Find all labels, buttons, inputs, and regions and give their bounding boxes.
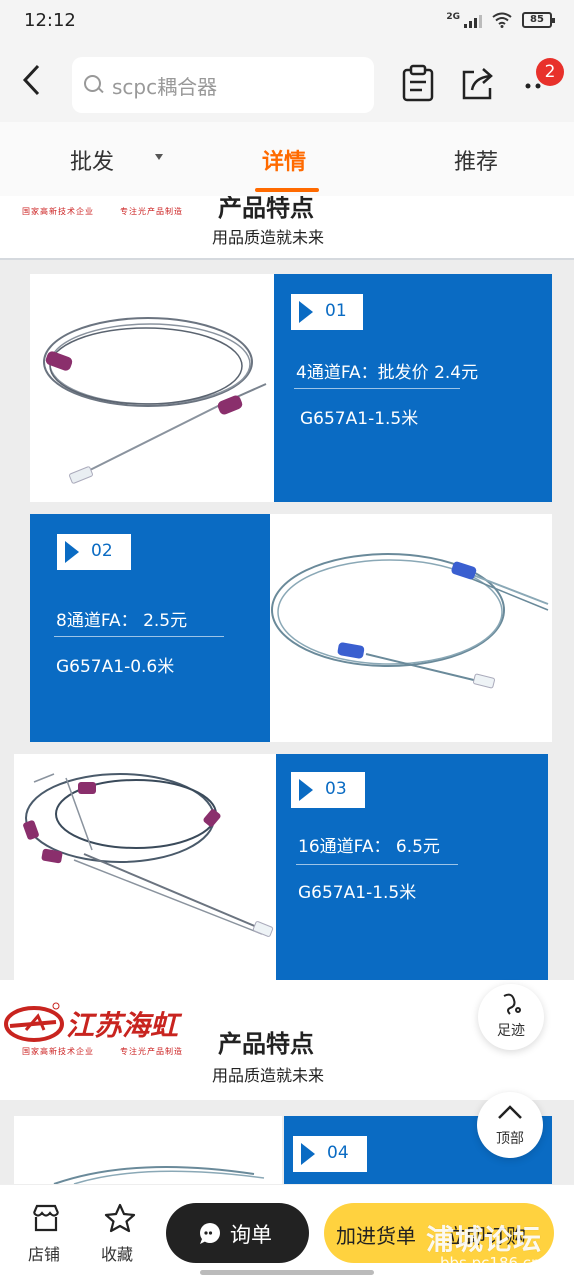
footprint-button[interactable]: 足迹 [478,984,544,1050]
footprint-icon [503,993,521,1015]
product-number-tag: 04 [293,1136,367,1172]
brand-logo-mark [4,1002,64,1042]
product-info-panel: 03 16通道FA： 6.5元 G657A1-1.5米 [276,754,548,980]
brand-logo-text: 江苏海虹 [66,1009,179,1042]
banner-title: 产品特点 [218,1030,314,1058]
status-time: 12:12 [24,10,76,31]
fiber-cable-image [53,1165,265,1184]
inquiry-button[interactable]: 询单 [166,1203,309,1263]
play-icon [299,779,313,801]
watermark-url: bbs.pc186.cn [440,1254,541,1272]
play-icon [65,541,79,563]
wifi-icon [492,12,512,28]
product-number: 02 [91,541,113,561]
home-indicator[interactable] [200,1270,374,1275]
product-spec: G657A1-1.5米 [298,883,417,903]
product-image[interactable] [30,274,274,502]
top-header: scpc耦合器 [0,44,574,122]
star-icon[interactable] [103,1203,137,1233]
divider [0,258,574,260]
fiber-cable-image [23,773,274,937]
product-name-price: 4通道FA：批发价 2.4元 [296,363,479,383]
tab-recommend[interactable]: 推荐 [454,144,498,176]
add-cart-label: 加进货单 [336,1224,416,1248]
product-spec: G657A1-1.5米 [300,409,419,429]
brand-logo: 江苏海虹 [4,1000,204,1044]
tab-wholesale[interactable]: 批发 [70,144,114,176]
favorite-label[interactable]: 收藏 [101,1241,133,1265]
signal-icon: 2G [446,12,482,28]
banner-slogan-left: 国家高新技术企业 [22,207,94,216]
banner-title: 产品特点 [218,196,314,222]
divider [294,388,460,389]
status-icons: 2G 85 [446,12,555,28]
product-info-panel: 02 8通道FA： 2.5元 G657A1-0.6米 [30,514,270,742]
clipboard-icon[interactable] [398,64,438,104]
scroll-top-label: 顶部 [496,1131,524,1147]
chat-icon [200,1223,220,1244]
product-number: 03 [325,779,347,799]
search-input[interactable]: scpc耦合器 [72,57,374,113]
tab-bar: 批发 详情 推荐 [0,122,574,196]
banner-slogan-right: 专注光产品制造 [120,207,183,216]
network-type: 2G [446,12,460,22]
fiber-cable-image [43,317,267,484]
chevron-up-icon [498,1105,522,1119]
back-icon[interactable] [20,62,52,102]
chevron-down-icon[interactable] [155,154,163,160]
banner-slogan-right: 专注光产品制造 [120,1047,183,1056]
product-name-price: 16通道FA： 6.5元 [298,837,440,857]
watermark-text: 浦城论坛 [426,1223,543,1256]
shop-label[interactable]: 店铺 [28,1241,60,1265]
play-icon [299,301,313,323]
banner-slogan-left: 国家高新技术企业 [22,1047,94,1056]
search-placeholder: scpc耦合器 [112,74,218,99]
status-bar: 12:12 2G 85 [0,0,574,44]
play-icon [301,1143,315,1165]
product-image[interactable] [270,514,552,742]
search-icon [84,75,104,95]
fiber-cable-image [271,553,549,689]
product-image[interactable] [14,1116,282,1184]
product-spec: G657A1-0.6米 [56,657,175,677]
product-info-panel: 01 4通道FA：批发价 2.4元 G657A1-1.5米 [274,274,552,502]
active-tab-indicator [255,188,319,192]
cart-badge: 2 [536,58,564,86]
inquiry-label: 询单 [230,1223,272,1247]
battery-level: 85 [530,14,544,25]
banner-subtitle: 用品质造就未来 [212,1066,325,1085]
footprint-label: 足迹 [497,1023,525,1039]
product-number-tag: 02 [57,534,131,570]
shop-icon[interactable] [29,1203,63,1233]
product-number: 04 [327,1143,349,1163]
product-number: 01 [325,301,347,321]
product-number-tag: 03 [291,772,365,808]
feature-banner-top: 国家高新技术企业 专注光产品制造 产品特点 用品质造就未来 [0,196,574,258]
banner-subtitle: 用品质造就未来 [212,228,325,247]
divider [54,636,224,637]
product-name-price: 8通道FA： 2.5元 [56,611,188,631]
product-number-tag: 01 [291,294,363,330]
share-icon[interactable] [458,64,498,104]
battery-icon: 85 [522,12,555,28]
divider [296,864,458,865]
tab-details[interactable]: 详情 [262,144,306,176]
scroll-top-button[interactable]: 顶部 [477,1092,543,1158]
product-image[interactable] [14,754,276,980]
